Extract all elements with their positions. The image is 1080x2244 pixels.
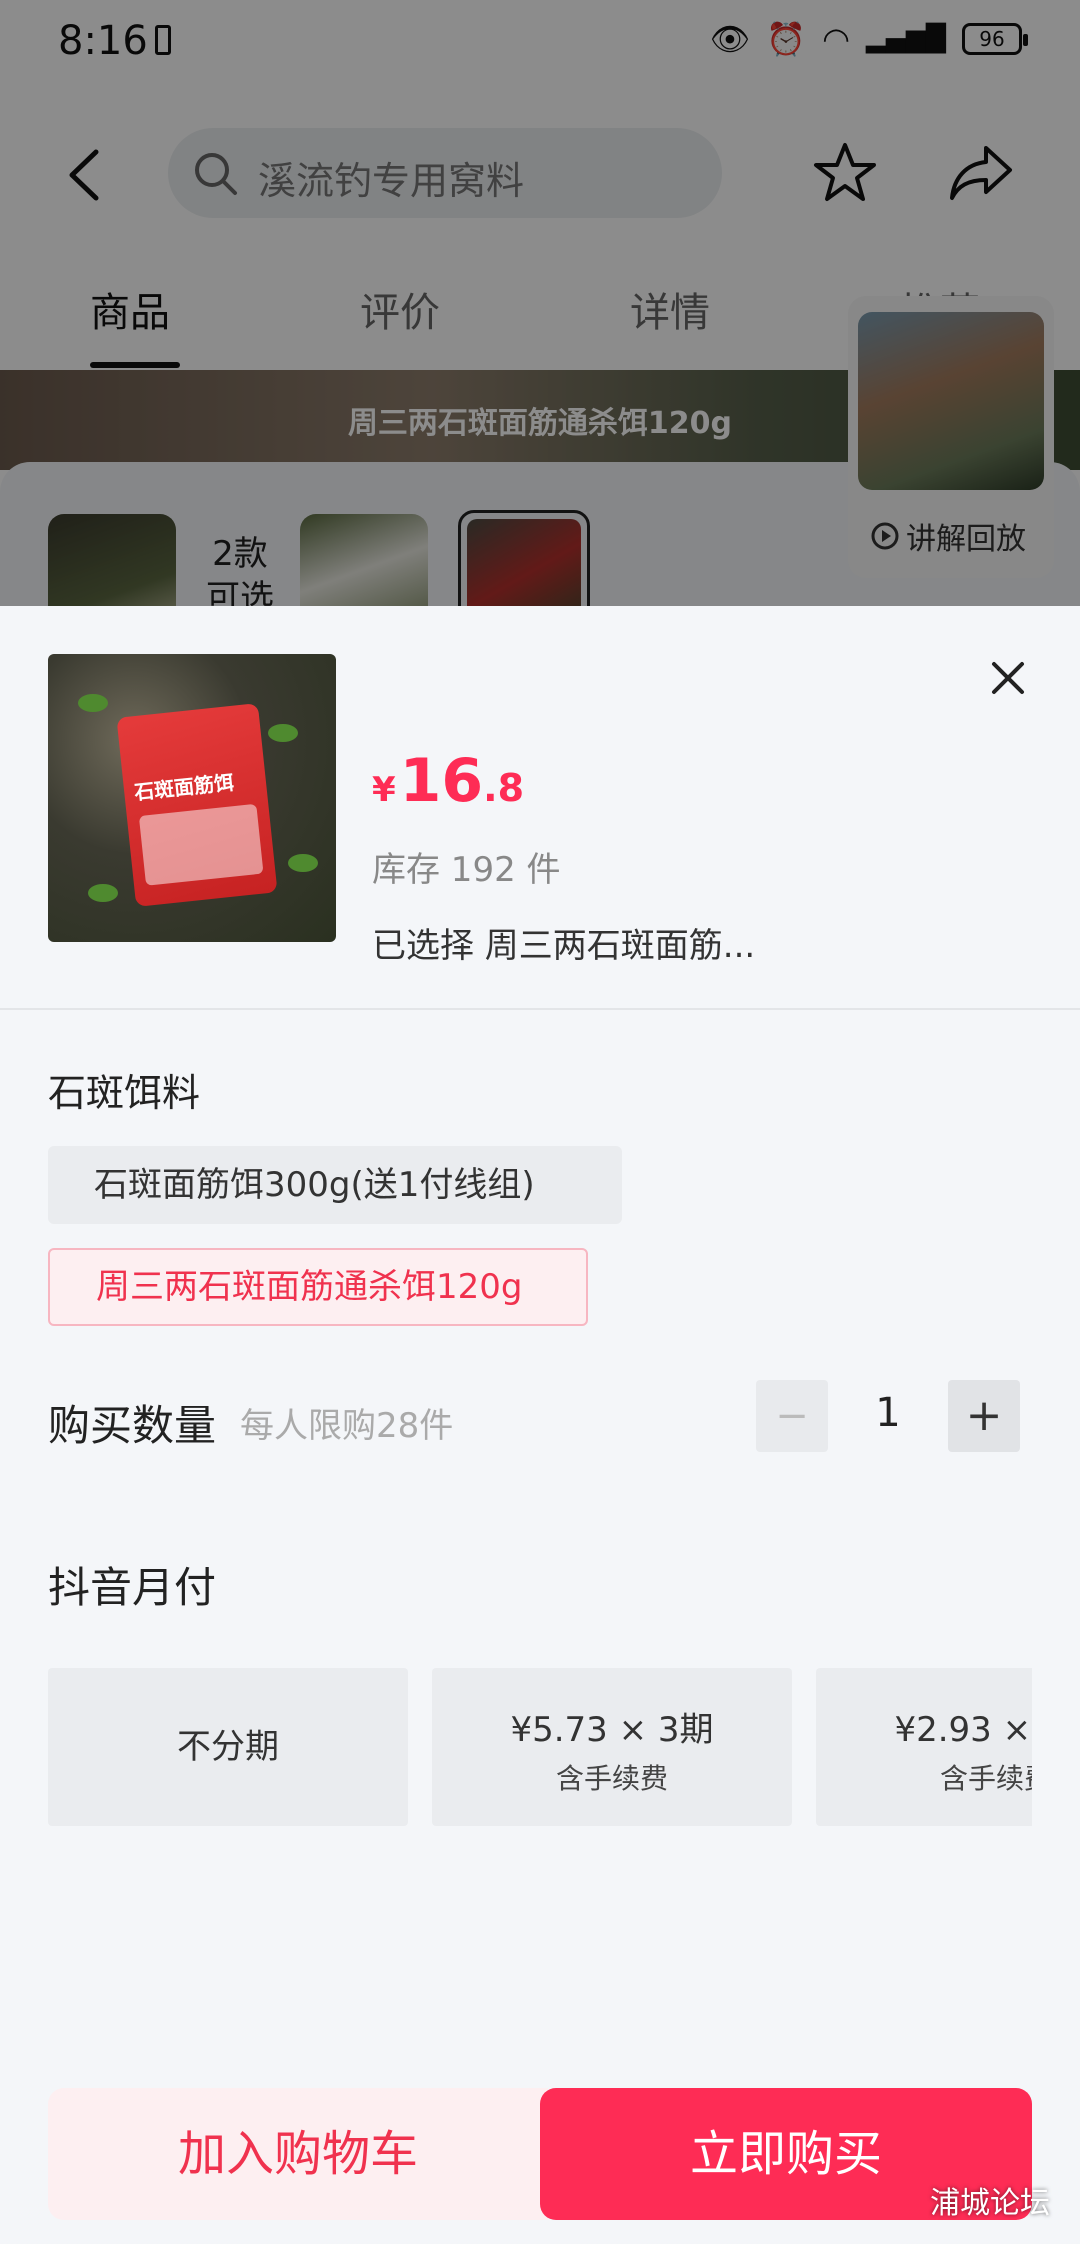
installment-title: 抖音月付 xyxy=(48,1563,217,1612)
action-bar: 加入购物车 立即购买 xyxy=(48,2088,1032,2220)
background-product-page: 8:16 👁 ⏰ ◠ ▂▄▆█ 96 溪流钓专用窝料 商品 评价 详情 周三两石… xyxy=(0,0,1080,606)
close-icon[interactable] xyxy=(986,656,1030,700)
watermark: 浦城论坛 xyxy=(930,2186,1050,2221)
overlay-scrim[interactable] xyxy=(0,0,1080,606)
product-price: ¥ 16 .8 xyxy=(372,746,525,816)
selected-variant: 已选择 周三两石斑面筋... xyxy=(372,926,756,966)
sku-selection-sheet: 石斑面筋饵 ¥ 16 .8 库存 192 件 已选择 周三两石斑面筋... 石斑… xyxy=(0,606,1080,2244)
option-chip[interactable]: 石斑面筋饵300g(送1付线组) xyxy=(48,1146,622,1224)
quantity-plus-button[interactable]: + xyxy=(948,1380,1020,1452)
installment-options: 不分期 ¥5.73 × 3期 含手续费 ¥2.93 × 6期 含手续费 xyxy=(48,1668,1032,1828)
option-group-title: 石斑饵料 xyxy=(48,1071,201,1115)
stock-count: 库存 192 件 xyxy=(372,850,561,890)
product-image: 石斑面筋饵 xyxy=(48,654,336,942)
add-to-cart-button[interactable]: 加入购物车 xyxy=(48,2088,548,2220)
quantity-value[interactable]: 1 xyxy=(858,1390,918,1436)
installment-option-6[interactable]: ¥2.93 × 6期 含手续费 xyxy=(816,1668,1032,1826)
installment-option-none[interactable]: 不分期 xyxy=(48,1668,408,1826)
installment-option-3[interactable]: ¥5.73 × 3期 含手续费 xyxy=(432,1668,792,1826)
quantity-title: 购买数量 xyxy=(48,1401,217,1450)
option-chip-selected[interactable]: 周三两石斑面筋通杀饵120g xyxy=(48,1248,588,1326)
quantity-minus-button[interactable]: − xyxy=(756,1380,828,1452)
product-package: 石斑面筋饵 xyxy=(116,703,278,907)
quantity-limit: 每人限购28件 xyxy=(240,1406,454,1446)
divider xyxy=(0,1008,1080,1010)
